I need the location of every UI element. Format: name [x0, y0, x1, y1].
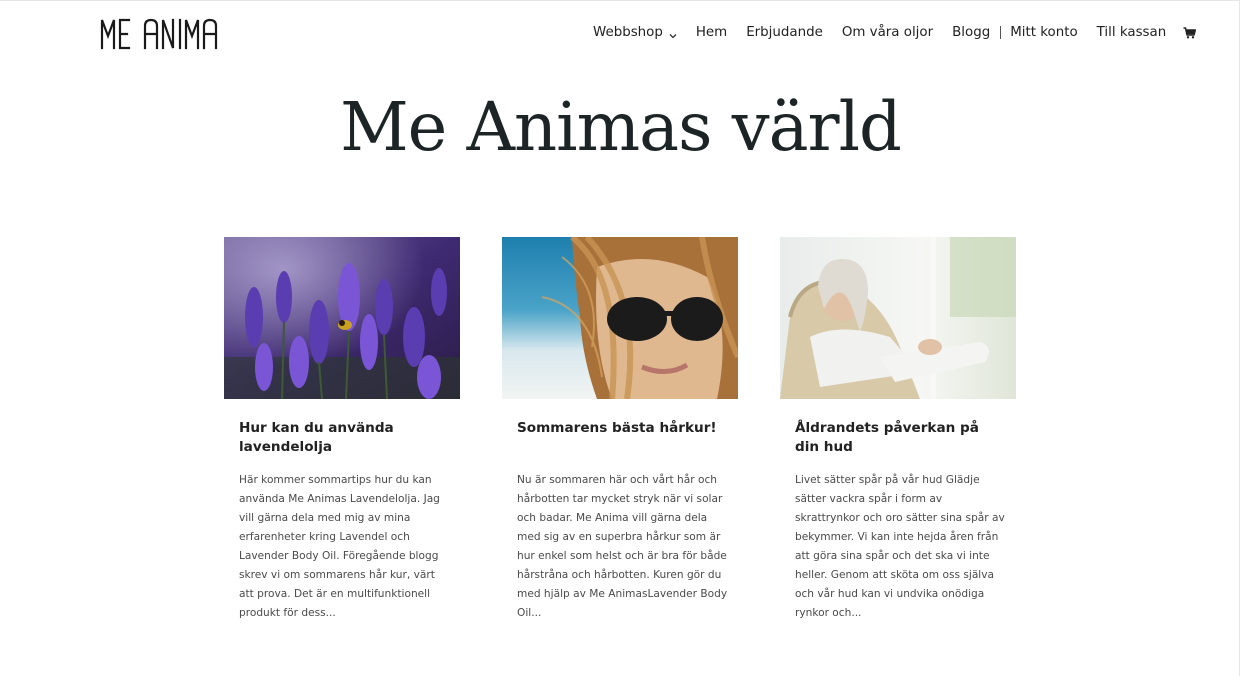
post-title[interactable]: Åldrandets påverkan på din hud	[795, 419, 995, 457]
nav-item-label: Om våra oljor	[841, 25, 934, 40]
nav-item-mitt-konto[interactable]: Mitt konto	[1010, 25, 1077, 40]
post-title[interactable]: Hur kan du använda lavendelolja	[239, 419, 439, 457]
older-woman-image	[780, 237, 1016, 399]
nav-item-label: Mitt konto	[1010, 25, 1078, 40]
main-navigation: Webbshop Hem Erbjudande Om våra oljor Bl…	[593, 25, 1197, 40]
nav-item-label: Till kassan	[1096, 25, 1167, 40]
post-thumbnail[interactable]	[224, 237, 460, 399]
nav-item-hem[interactable]: Hem	[696, 25, 727, 40]
post-title[interactable]: Sommarens bästa hårkur!	[517, 419, 717, 438]
site-logo[interactable]	[100, 16, 218, 50]
post-excerpt: Nu är sommaren här och vårt hår och hårb…	[517, 474, 728, 619]
nav-item-om-vara-oljor[interactable]: Om våra oljor	[842, 25, 933, 40]
blog-post-card: Sommarens bästa hårkur! Nu är sommaren h…	[502, 237, 738, 619]
logo-wordmark	[100, 18, 218, 50]
nav-item-label: Hem	[695, 25, 728, 40]
blog-post-card: Hur kan du använda lavendelolja Här komm…	[224, 237, 460, 619]
lavender-image	[224, 237, 460, 399]
nav-item-webbshop[interactable]: Webbshop	[593, 25, 677, 40]
nav-item-label: Erbjudande	[746, 25, 823, 40]
blog-post-card: Åldrandets påverkan på din hud Livet sät…	[780, 237, 1016, 619]
sunglasses-woman-image	[502, 237, 738, 399]
shopping-cart-icon[interactable]	[1183, 26, 1197, 39]
post-excerpt: Livet sätter spår på vår hud Glädje sätt…	[795, 474, 1005, 619]
chevron-down-icon	[669, 29, 677, 38]
post-thumbnail[interactable]	[502, 237, 738, 399]
nav-item-label: Blogg	[952, 25, 991, 40]
post-thumbnail[interactable]	[780, 237, 1016, 399]
nav-item-till-kassan[interactable]: Till kassan	[1097, 25, 1167, 40]
nav-item-blogg[interactable]: Blogg	[952, 25, 990, 40]
nav-item-erbjudande[interactable]: Erbjudande	[746, 25, 823, 40]
post-excerpt: Här kommer sommartips hur du kan använda…	[239, 474, 440, 619]
nav-item-label: Webbshop	[593, 25, 663, 40]
page-title: Me Animas värld	[340, 88, 902, 166]
nav-divider	[1000, 26, 1002, 39]
